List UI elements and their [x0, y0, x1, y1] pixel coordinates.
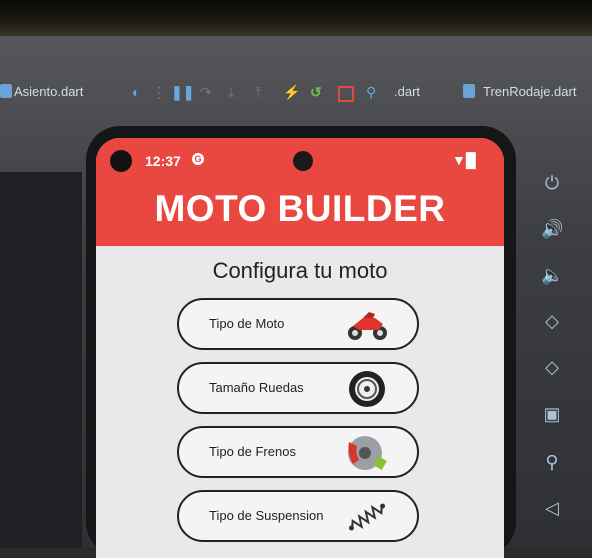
stop-icon[interactable]: [338, 86, 354, 102]
code-editor-area: [0, 172, 82, 548]
option-tipo-frenos-button[interactable]: Tipo de Frenos: [177, 426, 419, 478]
wheel-icon: [349, 371, 385, 407]
option-tamano-ruedas-button[interactable]: Tamaño Ruedas: [177, 362, 419, 414]
phone-screen: 12:37 G ▼█ MOTO BUILDER Configura tu mot…: [96, 138, 504, 558]
step-down-icon[interactable]: ⤓: [228, 84, 234, 100]
volume-down-icon[interactable]: 🔈: [541, 264, 563, 286]
dart-file-icon: [0, 84, 12, 98]
motorcycle-icon: [348, 312, 387, 340]
option-label: Tipo de Suspension: [209, 508, 324, 523]
camera-hole: [110, 150, 132, 172]
status-time: 12:37: [145, 153, 181, 169]
page-subtitle: Configura tu moto: [212, 258, 388, 283]
tab-trenrodaje[interactable]: TrenRodaje.dart: [483, 84, 576, 99]
spring-icon: [348, 503, 386, 531]
brake-disc-icon: [348, 436, 387, 470]
app-title: MOTO BUILDER: [154, 188, 446, 229]
power-icon[interactable]: ⏻: [541, 172, 563, 194]
tab-asiento[interactable]: Asiento.dart: [14, 84, 83, 99]
camera-icon[interactable]: ▣: [541, 403, 563, 425]
wifi-signal-icon: ▼█: [452, 152, 476, 168]
inspect-icon[interactable]: ⚲: [366, 84, 376, 100]
tab-dart-file[interactable]: .dart: [394, 84, 420, 99]
notification-icon: G: [192, 153, 204, 165]
app-bar: 12:37 G ▼█ MOTO BUILDER: [96, 138, 504, 246]
option-label: Tipo de Frenos: [209, 444, 296, 459]
zoom-icon[interactable]: ⚲: [541, 451, 563, 473]
option-label: Tamaño Ruedas: [209, 380, 304, 395]
monitor-bezel: [0, 0, 592, 36]
rotate-left-icon[interactable]: ◇: [541, 310, 563, 332]
restart-icon[interactable]: ↺: [310, 84, 322, 100]
dart-file-icon: [463, 84, 475, 98]
emulator-controls-panel: [520, 140, 592, 548]
option-tipo-suspension-button[interactable]: Tipo de Suspension: [177, 490, 419, 542]
option-tipo-moto-button[interactable]: Tipo de Moto: [177, 298, 419, 350]
volume-up-icon[interactable]: 🔊: [541, 218, 563, 240]
back-icon[interactable]: ◁: [541, 497, 563, 519]
rotate-right-icon[interactable]: ◇: [541, 356, 563, 378]
flutter-icon[interactable]: ◐: [132, 84, 140, 100]
hot-reload-icon[interactable]: ⚡: [283, 84, 300, 100]
option-label: Tipo de Moto: [209, 316, 285, 331]
devices-icon[interactable]: ⋮: [152, 84, 166, 100]
reload-icon[interactable]: ↷: [200, 84, 212, 100]
step-up-icon[interactable]: ⤒: [255, 84, 261, 100]
pause-icon[interactable]: ❚❚: [171, 84, 194, 100]
front-camera: [293, 151, 313, 171]
